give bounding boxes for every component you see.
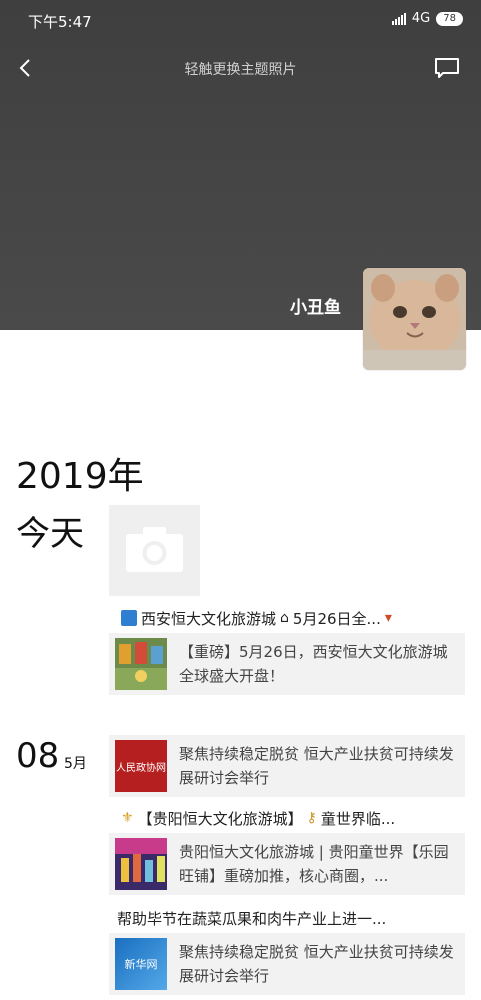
today-label: 今天 — [16, 514, 84, 554]
shared-article-card[interactable]: 人民政协网 聚焦持续稳定脱贫 恒大产业扶贫可持续发展研讨会举行 — [109, 735, 465, 797]
shared-article-card[interactable]: 帮助毕节在蔬菜瓜果和肉牛产业上进一... 新华网 聚焦持续稳定脱贫 恒大产业扶贫… — [109, 903, 465, 995]
signal-icon — [391, 12, 406, 25]
status-indicators: 4G 78 — [391, 11, 463, 26]
house-icon: ⌂ — [280, 610, 289, 626]
message-icon[interactable] — [433, 56, 461, 80]
article-thumbnail — [115, 838, 167, 890]
avatar[interactable] — [363, 268, 466, 370]
date-day: 08 — [16, 736, 60, 776]
thumbnail-logo-text: 人民政协网 — [116, 762, 166, 774]
article-thumbnail — [115, 638, 167, 690]
card-header: ⚜ 【贵阳恒大文化旅游城】 ⚷ 童世界临... — [109, 803, 465, 833]
profile-name[interactable]: 小丑鱼 — [290, 293, 341, 318]
card-header: 西安恒大文化旅游城 ⌂ 5月26日全... ▾ — [109, 603, 465, 633]
fleur-icon: ⚜ — [121, 810, 134, 826]
key-icon: ⚷ — [306, 810, 317, 826]
card-header-text-2: 5月26日全... — [292, 609, 381, 628]
article-title: 【重磅】5月26日，西安恒大文化旅游城全球盛大开盘！ — [179, 643, 448, 685]
status-time: 下午5:47 — [28, 13, 92, 31]
article-title: 聚焦持续稳定脱贫 恒大产业扶贫可持续发展研讨会举行 — [179, 943, 454, 985]
torch-icon: ▾ — [384, 610, 392, 626]
article-thumbnail: 人民政协网 — [115, 740, 167, 792]
card-header-text: 帮助毕节在蔬菜瓜果和肉牛产业上进一... — [117, 909, 387, 928]
card-body: 新华网 聚焦持续稳定脱贫 恒大产业扶贫可持续发展研讨会举行 — [109, 933, 465, 995]
date-month: 5月 — [64, 756, 87, 772]
card-header-text: 【贵阳恒大文化旅游城】 — [137, 809, 303, 828]
camera-icon — [126, 527, 183, 572]
card-body: 【重磅】5月26日，西安恒大文化旅游城全球盛大开盘！ — [109, 633, 465, 695]
landmark-icon — [121, 610, 137, 626]
page-title[interactable]: 轻触更换主题照片 — [0, 59, 481, 79]
status-bar: 下午5:47 4G 78 — [0, 0, 481, 40]
shared-article-card[interactable]: ⚜ 【贵阳恒大文化旅游城】 ⚷ 童世界临... 贵阳恒大文化旅游城 | 贵阳童世… — [109, 803, 465, 895]
thumbnail-logo-text: 新华网 — [124, 958, 158, 971]
nav-bar: 轻触更换主题照片 — [0, 46, 481, 90]
card-body: 人民政协网 聚焦持续稳定脱贫 恒大产业扶贫可持续发展研讨会举行 — [109, 735, 465, 797]
network-type: 4G — [411, 11, 431, 26]
year-heading: 2019年 — [16, 456, 144, 497]
battery-icon: 78 — [436, 11, 463, 26]
article-thumbnail: 新华网 — [115, 938, 167, 990]
card-header-text: 西安恒大文化旅游城 — [141, 609, 277, 628]
shared-article-card[interactable]: 西安恒大文化旅游城 ⌂ 5月26日全... ▾ 【重磅】5月26日，西安恒大文化… — [109, 603, 465, 695]
card-header-text-2: 童世界临... — [320, 809, 396, 828]
card-header: 帮助毕节在蔬菜瓜果和肉牛产业上进一... — [109, 903, 465, 933]
new-post-button[interactable] — [109, 505, 200, 596]
article-title: 贵阳恒大文化旅游城 | 贵阳童世界【乐园旺铺】重磅加推，核心商圈，... — [179, 843, 449, 885]
article-title: 聚焦持续稳定脱贫 恒大产业扶贫可持续发展研讨会举行 — [179, 745, 454, 787]
card-body: 贵阳恒大文化旅游城 | 贵阳童世界【乐园旺铺】重磅加推，核心商圈，... — [109, 833, 465, 895]
